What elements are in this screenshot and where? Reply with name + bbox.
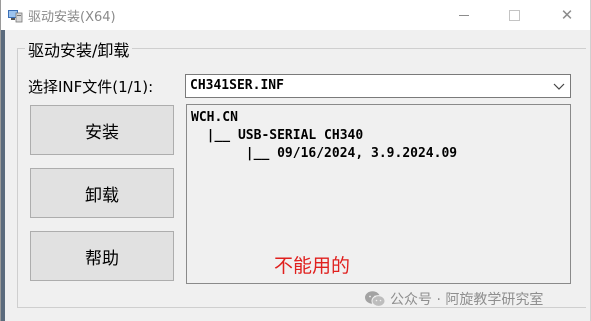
inf-file-selected: CH341SER.INF (190, 78, 284, 93)
window-title: 驱动安装(X64) (28, 10, 116, 25)
inf-file-dropdown[interactable]: CH341SER.INF (185, 74, 571, 98)
wechat-icon (365, 291, 386, 307)
minimize-button[interactable] (441, 0, 487, 30)
info-line-version: |__ 09/16/2024, 3.9.2024.09 (191, 146, 458, 161)
minimize-icon (459, 14, 469, 16)
close-button[interactable]: ✕ (542, 0, 590, 30)
close-icon: ✕ (560, 5, 574, 24)
driver-install-window: 驱动安装(X64) ✕ 驱动安装/卸载 选择INF文件(1/1): CH341S… (0, 0, 591, 321)
watermark-text: 公众号 · 阿旋教学研究室 (390, 292, 544, 308)
info-line-vendor: WCH.CN (191, 110, 238, 125)
install-button[interactable]: 安装 (30, 105, 174, 155)
help-button[interactable]: 帮助 (30, 231, 174, 281)
uninstall-button[interactable]: 卸载 (30, 168, 174, 218)
maximize-icon (508, 9, 520, 21)
info-line-device: |__ USB-SERIAL CH340 (191, 128, 364, 143)
annotation-text: 不能用的 (274, 255, 351, 277)
background-window-edge (1, 30, 5, 321)
maximize-button[interactable] (491, 0, 537, 30)
chevron-down-icon (553, 83, 565, 90)
title-bar[interactable]: 驱动安装(X64) ✕ (1, 0, 590, 30)
driver-info-area[interactable]: WCH.CN |__ USB-SERIAL CH340 |__ 09/16/20… (186, 104, 571, 284)
inf-select-label: 选择INF文件(1/1): (28, 78, 154, 96)
group-legend: 驱动安装/卸载 (25, 37, 133, 61)
watermark: 公众号 · 阿旋教学研究室 (364, 288, 543, 310)
app-icon (8, 10, 23, 23)
